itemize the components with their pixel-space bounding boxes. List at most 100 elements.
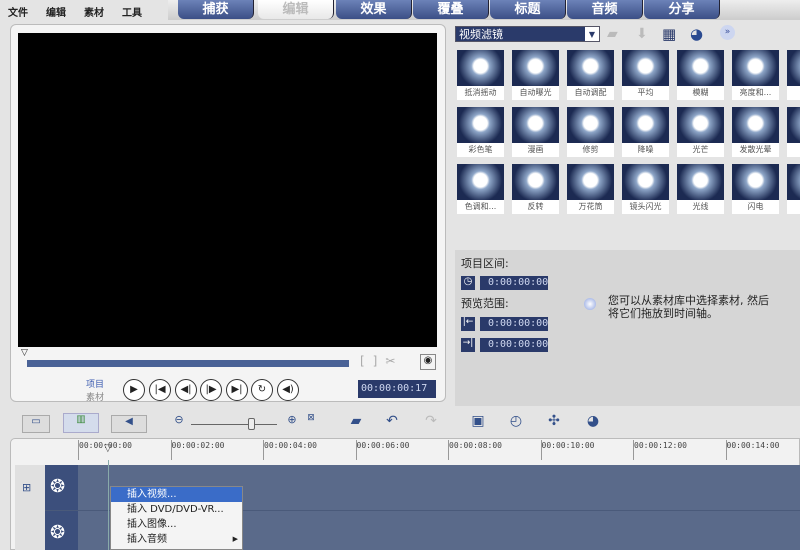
- tab-title[interactable]: 标题: [490, 0, 566, 19]
- next-frame-icon[interactable]: |▶: [200, 379, 222, 401]
- filter-thumbnail[interactable]: 自动调配: [567, 50, 614, 100]
- filter-thumbnail[interactable]: 彩色笔: [457, 107, 504, 157]
- filter-thumbnail[interactable]: 自动曝光: [512, 50, 559, 100]
- tab-effect[interactable]: 效果: [336, 0, 412, 19]
- filter-label: 彩色笔: [457, 143, 504, 157]
- filter-thumbnail[interactable]: 漫画: [512, 107, 559, 157]
- playhead-icon[interactable]: ▽: [104, 443, 112, 454]
- zoom-slider[interactable]: [191, 424, 277, 425]
- zoom-out-icon[interactable]: ⊖: [168, 413, 190, 433]
- trim-handle[interactable]: ▽: [21, 348, 28, 358]
- filter-label: [787, 143, 800, 157]
- preview-end-field[interactable]: 0:00:00:00: [480, 338, 548, 352]
- filter-label: 抵消摇动: [457, 86, 504, 100]
- filter-thumbnail[interactable]: [787, 107, 800, 157]
- filter-thumbnail[interactable]: 发散光晕: [732, 107, 779, 157]
- filter-label: 闪电: [732, 200, 779, 214]
- filter-thumbnail[interactable]: 亮度和...: [732, 50, 779, 100]
- ruler-tick-label: 00:00:10:00: [541, 441, 595, 450]
- repeat-icon[interactable]: ↻: [251, 379, 273, 401]
- chevron-down-icon: ▼: [585, 27, 599, 41]
- video-track-icon: ❂: [50, 476, 66, 497]
- library-manager-icon[interactable]: ◕: [690, 25, 703, 43]
- menu-insert-image[interactable]: 插入图像...: [111, 517, 242, 532]
- menu-clip[interactable]: 素材: [84, 4, 104, 19]
- folder-icon[interactable]: ▰: [607, 26, 618, 42]
- mark-in-out-icons[interactable]: []✂: [360, 354, 403, 368]
- options-icon[interactable]: ▦: [662, 25, 676, 43]
- library-dropdown[interactable]: 视频滤镜 ▼: [455, 26, 600, 42]
- expand-icon[interactable]: »: [720, 25, 735, 40]
- import-icon[interactable]: ⬇: [636, 26, 648, 42]
- timecode-field[interactable]: 00:00:00:17: [358, 380, 436, 398]
- filter-thumbnail[interactable]: 反转: [512, 164, 559, 214]
- ruler-tick-label: 00:00:06:00: [356, 441, 410, 450]
- undo-icon[interactable]: ↶: [381, 413, 403, 433]
- tab-audio[interactable]: 音频: [567, 0, 643, 19]
- filter-label: 漫画: [512, 143, 559, 157]
- hint-text: 您可以从素材库中选择素材, 然后将它们拖放到时间轴。: [608, 294, 769, 320]
- filter-thumbnail[interactable]: 万花筒: [567, 164, 614, 214]
- filter-thumbnail[interactable]: 光芒: [677, 107, 724, 157]
- surround-mixer-icon[interactable]: ◕: [582, 413, 604, 433]
- menu-insert-dvd[interactable]: 插入 DVD/DVD-VR...: [111, 502, 242, 517]
- smart-proxy-icon[interactable]: ▣: [467, 413, 489, 433]
- fit-project-icon[interactable]: ⊠: [300, 413, 322, 433]
- mark-in-icon: |←: [461, 317, 475, 331]
- filter-thumbnail[interactable]: 修剪: [567, 107, 614, 157]
- filter-thumbnail[interactable]: 模糊: [677, 50, 724, 100]
- scrubber-bar[interactable]: [27, 360, 349, 367]
- menu-edit[interactable]: 编辑: [46, 4, 66, 19]
- filter-thumbnail[interactable]: 镜头闪光: [622, 164, 669, 214]
- tab-overlay[interactable]: 覆叠: [413, 0, 489, 19]
- filter-label: [787, 86, 800, 100]
- step-tabs: 捕获 编辑 效果 覆叠 标题 音频 分享: [168, 0, 800, 20]
- filter-thumbnail[interactable]: [787, 50, 800, 100]
- filter-thumbnail[interactable]: 色调和...: [457, 164, 504, 214]
- menu-tools[interactable]: 工具: [122, 4, 142, 19]
- tab-share[interactable]: 分享: [644, 0, 720, 19]
- volume-icon[interactable]: ◀): [277, 379, 299, 401]
- filter-label: [787, 200, 800, 214]
- filter-preview-image: [732, 107, 779, 143]
- mode-project[interactable]: 项目: [86, 377, 104, 390]
- filter-label: 光芒: [677, 143, 724, 157]
- track-manager-icon[interactable]: ✣: [543, 413, 565, 433]
- end-icon[interactable]: ▶|: [226, 379, 248, 401]
- zoom-slider-thumb[interactable]: [248, 418, 255, 430]
- mark-out-icon: →|: [461, 338, 475, 352]
- timeline-view-icon[interactable]: ▥: [63, 413, 99, 433]
- storyboard-view-icon[interactable]: ▭: [22, 415, 50, 433]
- duration-field[interactable]: 0:00:00:00: [480, 276, 548, 290]
- insert-media-icon[interactable]: ▰: [345, 413, 367, 433]
- tab-edit[interactable]: 编辑: [258, 0, 334, 19]
- home-icon[interactable]: |◀: [149, 379, 171, 401]
- play-icon[interactable]: ▶: [123, 379, 145, 401]
- ripple-edit-icon[interactable]: ⊞: [22, 481, 31, 494]
- lightbulb-icon: [584, 298, 596, 310]
- filter-thumbnail[interactable]: 闪电: [732, 164, 779, 214]
- tab-capture[interactable]: 捕获: [178, 0, 254, 19]
- filter-thumbnail[interactable]: 平均: [622, 50, 669, 100]
- filter-thumbnail[interactable]: 抵消摇动: [457, 50, 504, 100]
- filter-label: 修剪: [567, 143, 614, 157]
- filter-preview-image: [512, 164, 559, 200]
- mode-clip[interactable]: 素材: [86, 390, 104, 403]
- filter-thumbnail[interactable]: 光线: [677, 164, 724, 214]
- menu-insert-video[interactable]: 插入视频...: [111, 487, 242, 502]
- audio-view-icon[interactable]: ◀: [111, 415, 147, 433]
- filter-preview-image: [457, 164, 504, 200]
- menu-insert-audio[interactable]: 插入音频 ▶: [111, 532, 242, 547]
- previous-frame-icon[interactable]: ◀|: [175, 379, 197, 401]
- context-menu: 插入视频... 插入 DVD/DVD-VR... 插入图像... 插入音频 ▶: [110, 486, 243, 550]
- filter-thumbnail[interactable]: 降噪: [622, 107, 669, 157]
- redo-icon[interactable]: ↷: [420, 413, 442, 433]
- filter-label: 发散光晕: [732, 143, 779, 157]
- preview-start-field[interactable]: 0:00:00:00: [480, 317, 548, 331]
- menu-file[interactable]: 文件: [8, 4, 28, 19]
- filter-thumbnail[interactable]: [787, 164, 800, 214]
- ruler-tick-label: 00:00:14:00: [726, 441, 780, 450]
- timeline-setting-icon[interactable]: ◴: [505, 413, 527, 433]
- library-dropdown-value: 视频滤镜: [459, 28, 503, 41]
- fullscreen-icon[interactable]: ◉: [420, 354, 436, 370]
